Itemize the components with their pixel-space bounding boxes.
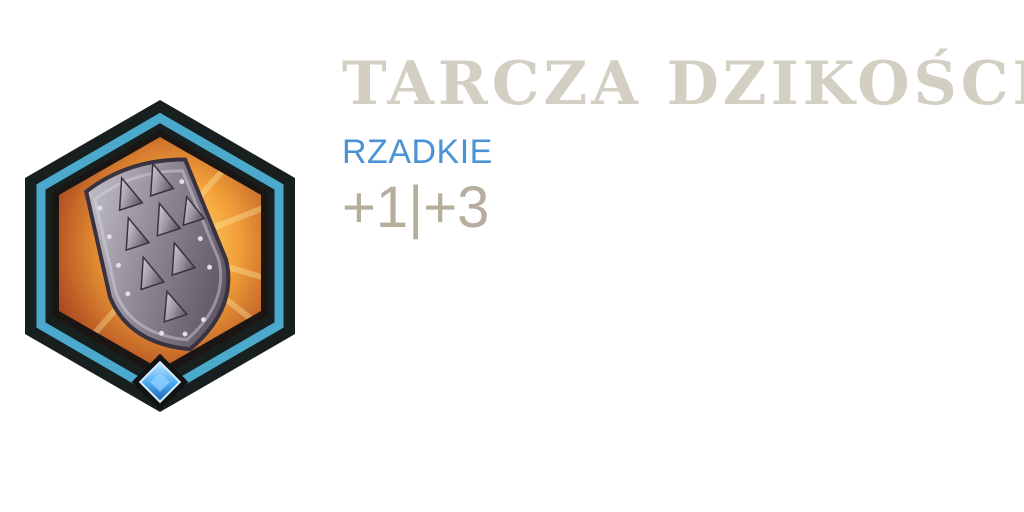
- item-card: TARCZA DZIKOŚCI RZADKIE +1|+3: [0, 0, 1024, 512]
- item-name: TARCZA DZIKOŚCI: [342, 49, 1024, 119]
- item-info: TARCZA DZIKOŚCI RZADKIE +1|+3: [342, 49, 1024, 240]
- item-stats: +1|+3: [342, 175, 490, 240]
- item-emblem: [18, 92, 302, 422]
- item-rarity: RZADKIE: [342, 133, 493, 171]
- spiked-shield-icon: [25, 100, 295, 412]
